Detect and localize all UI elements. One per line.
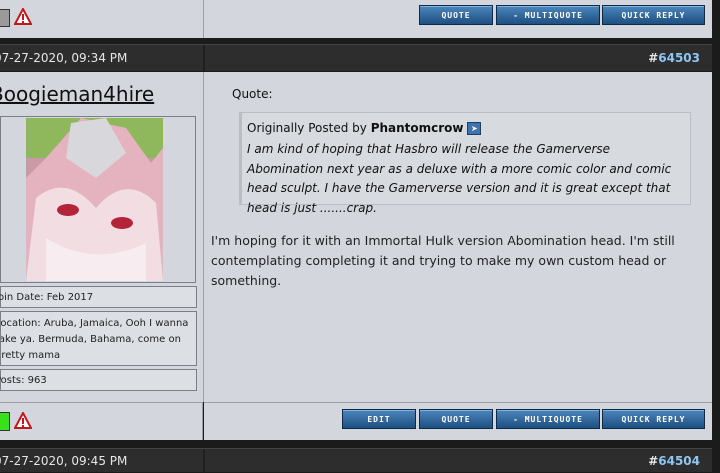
location-box: Location: Aruba, Jamaica, Ooh I wanna ta… [0,311,197,366]
post-message: I'm hoping for it with an Immortal Hulk … [211,233,675,288]
quote-text: I am kind of hoping that Hasbro will rel… [247,142,672,215]
post-number-2: #64504 [648,449,700,472]
online-status-icon [0,412,10,431]
quote-author[interactable]: Phantomcrow [371,121,464,135]
quote-label: Quote: [232,87,273,101]
header-divider [203,45,205,71]
quote-attribution: Originally Posted by Phantomcrow ➤ [247,121,482,135]
edit-button[interactable]: EDIT [342,409,416,429]
report-warning-icon[interactable] [14,8,32,26]
quick-reply-button[interactable]: QUICK REPLY [602,5,705,25]
multiquote-button-2[interactable]: - MULTIQUOTE [496,409,600,429]
post-number-link[interactable]: 64503 [658,51,700,65]
post-date-2: 07-27-2020, 09:45 PM [0,453,128,468]
post-number-link-2[interactable]: 64504 [658,454,700,468]
user-avatar[interactable] [26,118,163,281]
header-divider-2 [203,449,205,472]
post-header-bar: 07-27-2020, 09:34 PM #64503 [0,44,712,72]
offline-status-icon [0,9,10,27]
post-header-bar-2: 07-27-2020, 09:45 PM #64504 [0,448,712,473]
posts-box: Posts: 963 [0,369,197,391]
quote-button[interactable]: QUOTE [419,5,493,25]
quote-button-2[interactable]: QUOTE [419,409,493,429]
join-date: Join Date: Feb 2017 [0,292,94,303]
report-warning-icon-2[interactable] [14,412,32,430]
multiquote-button[interactable]: - MULTIQUOTE [496,5,600,25]
join-date-box: Join Date: Feb 2017 [0,286,197,308]
username-link[interactable]: Boogieman4hire [0,82,154,106]
post-count: Posts: 963 [0,375,47,386]
post-date: 07-27-2020, 09:34 PM [0,51,128,65]
quote-block: Originally Posted by Phantomcrow ➤ I am … [239,112,691,215]
post-number-hash: # [648,51,659,65]
post-number: #64503 [648,45,700,71]
location: Location: Aruba, Jamaica, Ooh I wanna ta… [0,318,189,361]
post-number-hash-2: # [648,453,659,468]
quote-prefix: Originally Posted by [247,121,367,135]
quick-reply-button-2[interactable]: QUICK REPLY [602,409,705,429]
page-right-edge [712,0,720,473]
view-post-icon[interactable]: ➤ [467,122,482,135]
